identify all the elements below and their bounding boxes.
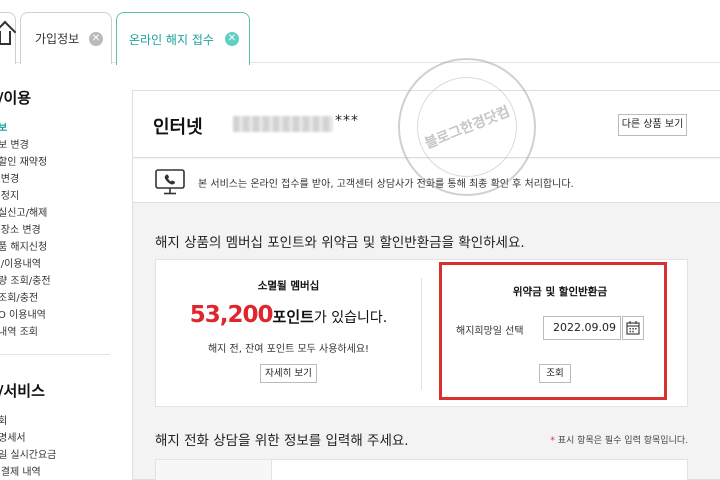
- detail-button[interactable]: 자세히 보기: [260, 364, 317, 383]
- calendar-icon: [626, 321, 640, 335]
- sidebar: /이용 보 보 변경 할인 재약정 l변경 l정지 실신고/해제 l장소 변경 …: [0, 64, 110, 480]
- points-box: 소멸될 멤버십 53,200포인트가 있습니다. 해지 전, 잔여 포인트 모두…: [155, 259, 688, 407]
- sidebar-item[interactable]: 품 해지신청: [0, 238, 47, 253]
- product-title: 인터넷: [153, 117, 203, 138]
- sidebar-item[interactable]: 보 변경: [0, 136, 29, 151]
- close-icon[interactable]: ✕: [89, 32, 103, 46]
- sidebar-item[interactable]: l/이용내역: [0, 255, 41, 270]
- other-product-button[interactable]: 다른 상품 보기: [618, 114, 687, 136]
- termination-date-label: 해지희망일 선택: [456, 326, 524, 337]
- membership-points: 53,200포인트가 있습니다.: [156, 302, 421, 328]
- watermark-inner: 블로그한경닷컴: [401, 61, 533, 193]
- sidebar-section-title: /서비스: [0, 382, 45, 400]
- membership-heading: 소멸될 멤버십: [257, 280, 320, 292]
- watermark-text: 블로그한경닷컴: [422, 103, 513, 153]
- sidebar-item[interactable]: l장소 변경: [0, 221, 41, 236]
- tab-label: 온라인 해지 접수: [129, 32, 214, 47]
- points-note: 해지 전, 잔여 포인트 모두 사용하세요!: [207, 344, 370, 355]
- tab-label: 가입정보: [35, 32, 80, 46]
- tab-online-termination[interactable]: 온라인 해지 접수 ✕: [116, 12, 250, 65]
- sidebar-item[interactable]: 할인 재약정: [0, 153, 47, 168]
- sidebar-item[interactable]: l변경: [0, 170, 19, 185]
- masked-suffix: ***: [335, 113, 359, 129]
- sidebar-item[interactable]: 일 실시간요금: [0, 446, 56, 461]
- sidebar-divider: [0, 354, 110, 355]
- sidebar-item[interactable]: 명세서: [0, 429, 26, 444]
- required-note: * 표시 항목은 필수 입력 항목입니다.: [550, 433, 688, 446]
- sidebar-item[interactable]: O 이용내역: [0, 306, 46, 321]
- tab-home[interactable]: [0, 12, 16, 64]
- sidebar-item[interactable]: 회: [0, 412, 7, 427]
- points-unit: 포인트: [272, 308, 314, 326]
- masked-account-number: [233, 116, 333, 132]
- termination-date-input[interactable]: 2022.09.09: [543, 316, 621, 340]
- required-star: *: [550, 436, 555, 446]
- penalty-heading: 위약금 및 할인반환금: [512, 286, 608, 298]
- form-label-cell: [156, 460, 272, 480]
- sidebar-item[interactable]: 보: [0, 119, 7, 134]
- sidebar-item[interactable]: 실신고/해제: [0, 204, 47, 219]
- sidebar-item[interactable]: 조회/충전: [0, 289, 38, 304]
- notice-text: 본 서비스는 온라인 접수를 받아, 고객센터 상담사가 전화를 통해 최종 확…: [198, 179, 574, 190]
- calendar-button[interactable]: [622, 316, 644, 340]
- points-suffix: 가 있습니다.: [313, 310, 388, 326]
- sidebar-item[interactable]: l결제 내역: [0, 463, 41, 478]
- required-note-text: 표시 항목은 필수 입력 항목입니다.: [557, 436, 688, 446]
- tab-subscription-info[interactable]: 가입정보 ✕: [20, 12, 112, 64]
- sidebar-item[interactable]: 량 조회/충전: [0, 272, 51, 287]
- sidebar-item[interactable]: l정지: [0, 187, 19, 202]
- form-table: [155, 459, 688, 480]
- sidebar-item[interactable]: 내역 조회: [0, 323, 38, 338]
- points-value: 53,200: [189, 302, 274, 328]
- form-section-title: 해지 전화 상담을 위한 정보를 입력해 주세요.: [155, 433, 409, 449]
- monitor-phone-icon: [155, 169, 185, 195]
- divider: [421, 278, 422, 390]
- query-button[interactable]: 조회: [539, 364, 571, 383]
- sidebar-section-title: /이용: [0, 89, 32, 107]
- points-section-title: 해지 상품의 멤버십 포인트와 위약금 및 할인반환금을 확인하세요.: [155, 235, 525, 251]
- home-icon: [0, 31, 11, 45]
- close-icon[interactable]: ✕: [225, 32, 239, 46]
- tab-bar: 가입정보 ✕ 온라인 해지 접수 ✕: [0, 0, 720, 65]
